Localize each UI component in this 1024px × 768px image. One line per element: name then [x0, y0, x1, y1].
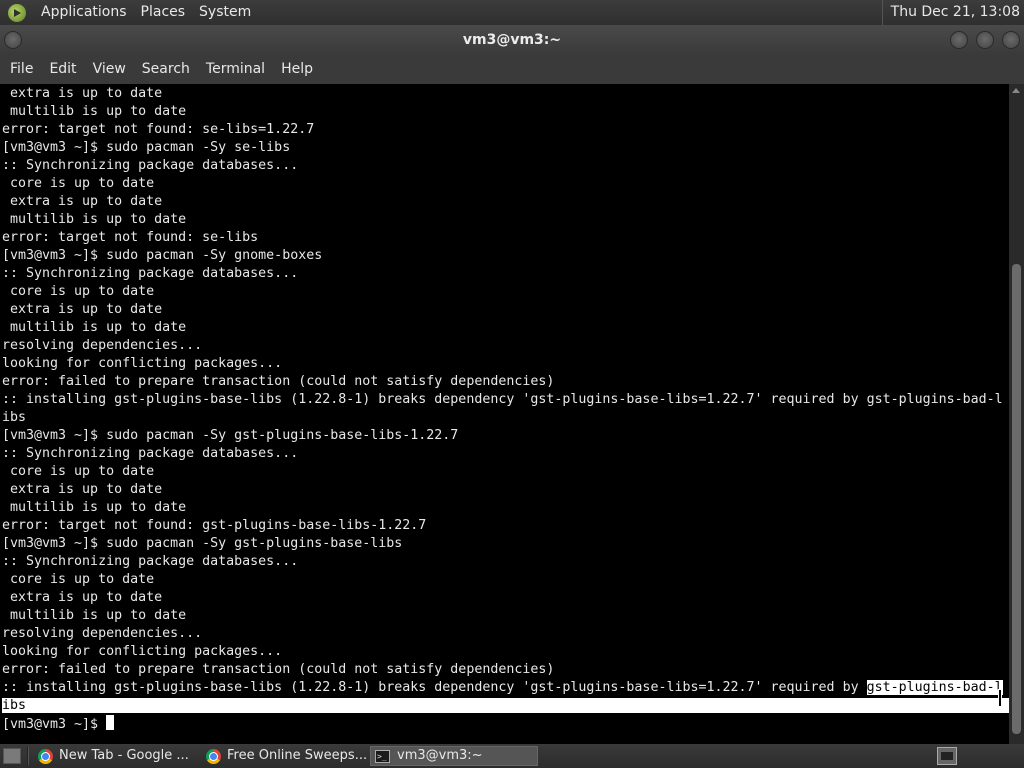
workspace-switcher-icon[interactable]: [937, 747, 957, 765]
terminal-line: error: target not found: se-libs: [2, 230, 259, 245]
terminal-line: [vm3@vm3 ~]$ sudo pacman -Sy gnome-boxes: [2, 248, 323, 263]
terminal-line: extra is up to date: [2, 590, 163, 605]
terminal-line: extra is up to date: [2, 194, 163, 209]
terminal-line: multilib is up to date: [2, 608, 187, 623]
terminal-line: error: failed to prepare transaction (co…: [2, 374, 555, 389]
shell-prompt: [vm3@vm3 ~]$: [2, 717, 107, 732]
terminal-line: :: Synchronizing package databases...: [2, 554, 299, 569]
terminal-line: :: installing gst-plugins-base-libs (1.2…: [2, 392, 1003, 407]
task-label: Free Online Sweeps...: [227, 748, 368, 763]
terminal-scrollbar[interactable]: [1009, 84, 1024, 744]
window-titlebar[interactable]: vm3@vm3:~: [0, 25, 1024, 55]
menu-edit[interactable]: Edit: [41, 55, 84, 84]
selected-text[interactable]: gst-plugins-bad-l: [866, 680, 1003, 695]
terminal-prompt-line[interactable]: [vm3@vm3 ~]$: [2, 715, 1009, 733]
terminal-line: ibs: [2, 410, 27, 425]
chrome-icon: [206, 748, 221, 764]
clock[interactable]: Thu Dec 21, 13:08: [881, 0, 1020, 25]
distro-logo-icon[interactable]: [8, 3, 26, 22]
menu-search[interactable]: Search: [134, 55, 198, 84]
terminal-line: core is up to date: [2, 176, 155, 191]
task-terminal[interactable]: >_ vm3@vm3:~: [370, 746, 538, 766]
terminal-line: :: Synchronizing package databases...: [2, 446, 299, 461]
terminal-icon: >_: [375, 749, 390, 763]
minimize-button[interactable]: [950, 31, 968, 49]
selection-prefix: :: installing gst-plugins-base-libs (1.2…: [2, 680, 867, 695]
terminal-line: looking for conflicting packages...: [2, 644, 283, 659]
task-label: New Tab - Google ...: [59, 748, 189, 763]
terminal-line: core is up to date: [2, 284, 155, 299]
task-sweeps-chrome[interactable]: Free Online Sweeps...: [202, 746, 368, 766]
terminal-line: :: Synchronizing package databases...: [2, 266, 299, 281]
terminal-line-selected-wrap: ibs: [2, 697, 1009, 715]
applications-menu[interactable]: Applications: [34, 0, 134, 25]
menu-terminal[interactable]: Terminal: [198, 55, 273, 84]
show-desktop-icon[interactable]: [3, 748, 21, 764]
terminal-line: core is up to date: [2, 464, 155, 479]
terminal-line: [vm3@vm3 ~]$ sudo pacman -Sy gst-plugins…: [2, 536, 403, 551]
terminal-line-selected: :: installing gst-plugins-base-libs (1.2…: [2, 679, 1009, 697]
terminal-line: multilib is up to date: [2, 320, 187, 335]
terminal-line: resolving dependencies...: [2, 626, 203, 641]
window-menu-icon[interactable]: [4, 31, 22, 49]
top-panel: Applications Places System Thu Dec 21, 1…: [0, 0, 1024, 25]
terminal-line: resolving dependencies...: [2, 338, 203, 353]
taskbar-separator: [27, 747, 29, 765]
scroll-up-icon[interactable]: [1012, 88, 1020, 93]
terminal-line: extra is up to date: [2, 86, 163, 101]
terminal-line: extra is up to date: [2, 302, 163, 317]
terminal-menubar: File Edit View Search Terminal Help: [0, 55, 1024, 84]
terminal-line: [vm3@vm3 ~]$ sudo pacman -Sy se-libs: [2, 140, 291, 155]
text-cursor: [106, 715, 115, 730]
scrollbar-thumb[interactable]: [1012, 264, 1021, 734]
terminal-line: multilib is up to date: [2, 104, 187, 119]
terminal-line: extra is up to date: [2, 482, 163, 497]
terminal-line: error: target not found: gst-plugins-bas…: [2, 518, 427, 533]
menu-file[interactable]: File: [2, 55, 41, 84]
close-button[interactable]: [1002, 31, 1020, 49]
task-new-tab-chrome[interactable]: New Tab - Google ...: [34, 746, 198, 766]
system-menu[interactable]: System: [192, 0, 258, 25]
terminal-line: looking for conflicting packages...: [2, 356, 283, 371]
ibeam-cursor-icon: [996, 689, 1004, 707]
menu-help[interactable]: Help: [273, 55, 321, 84]
window-title: vm3@vm3:~: [462, 32, 562, 48]
places-menu[interactable]: Places: [134, 0, 193, 25]
terminal-line: multilib is up to date: [2, 500, 187, 515]
terminal-line: error: failed to prepare transaction (co…: [2, 662, 555, 677]
task-label: vm3@vm3:~: [397, 748, 483, 763]
selected-text-wrap[interactable]: ibs: [2, 698, 27, 713]
bottom-taskbar: New Tab - Google ... Free Online Sweeps.…: [0, 744, 1024, 768]
menu-view[interactable]: View: [85, 55, 134, 84]
terminal-output[interactable]: extra is up to date multilib is up to da…: [0, 84, 1009, 744]
terminal-line: multilib is up to date: [2, 212, 187, 227]
terminal-line: core is up to date: [2, 572, 155, 587]
terminal-line: :: Synchronizing package databases...: [2, 158, 299, 173]
terminal-line: [vm3@vm3 ~]$ sudo pacman -Sy gst-plugins…: [2, 428, 459, 443]
terminal-line: error: target not found: se-libs=1.22.7: [2, 122, 315, 137]
chrome-icon: [38, 748, 53, 764]
maximize-button[interactable]: [976, 31, 994, 49]
